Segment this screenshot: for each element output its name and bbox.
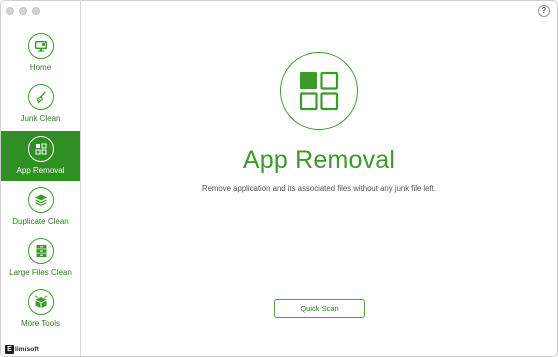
monitor-icon — [28, 33, 54, 59]
page-title: App Removal — [242, 146, 396, 174]
window-controls — [6, 7, 40, 15]
sidebar-item-duplicate-clean[interactable]: Duplicate Clean — [1, 182, 80, 232]
app-window: ? Home Junk Clean App Removal Duplicate … — [0, 0, 558, 357]
sidebar-item-home[interactable]: Home — [1, 28, 80, 78]
broom-icon — [28, 84, 54, 110]
sidebar-item-label: Junk Clean — [20, 114, 61, 123]
sidebar-item-more-tools[interactable]: More Tools — [1, 284, 80, 334]
sidebar-item-label: Duplicate Clean — [12, 217, 69, 226]
sidebar-item-label: App Removal — [16, 166, 65, 175]
main-panel: App Removal Remove application and its a… — [81, 1, 557, 356]
logo-mark: E — [5, 345, 14, 354]
box-icon — [28, 289, 54, 315]
help-button[interactable]: ? — [538, 5, 550, 17]
sidebar-item-app-removal[interactable]: App Removal — [1, 131, 80, 181]
drawers-icon — [28, 238, 54, 264]
close-window-button[interactable] — [6, 7, 14, 15]
quick-scan-button[interactable]: Quick Scan — [274, 299, 365, 318]
sidebar-item-large-files-clean[interactable]: Large Files Clean — [1, 233, 80, 283]
logo-text: limisoft — [15, 346, 39, 353]
minimize-window-button[interactable] — [19, 7, 27, 15]
layers-icon — [28, 187, 54, 213]
sidebar-item-label: Large Files Clean — [9, 268, 72, 277]
zoom-window-button[interactable] — [32, 7, 40, 15]
sidebar-item-label: More Tools — [21, 319, 60, 328]
page-description: Remove application and its associated fi… — [201, 184, 437, 193]
grid-icon — [28, 136, 54, 162]
sidebar-item-junk-clean[interactable]: Junk Clean — [1, 79, 80, 129]
app-grid-icon — [280, 52, 358, 130]
sidebar: Home Junk Clean App Removal Duplicate Cl… — [1, 1, 81, 356]
app-logo: E limisoft — [5, 345, 39, 354]
sidebar-item-label: Home — [29, 63, 52, 72]
